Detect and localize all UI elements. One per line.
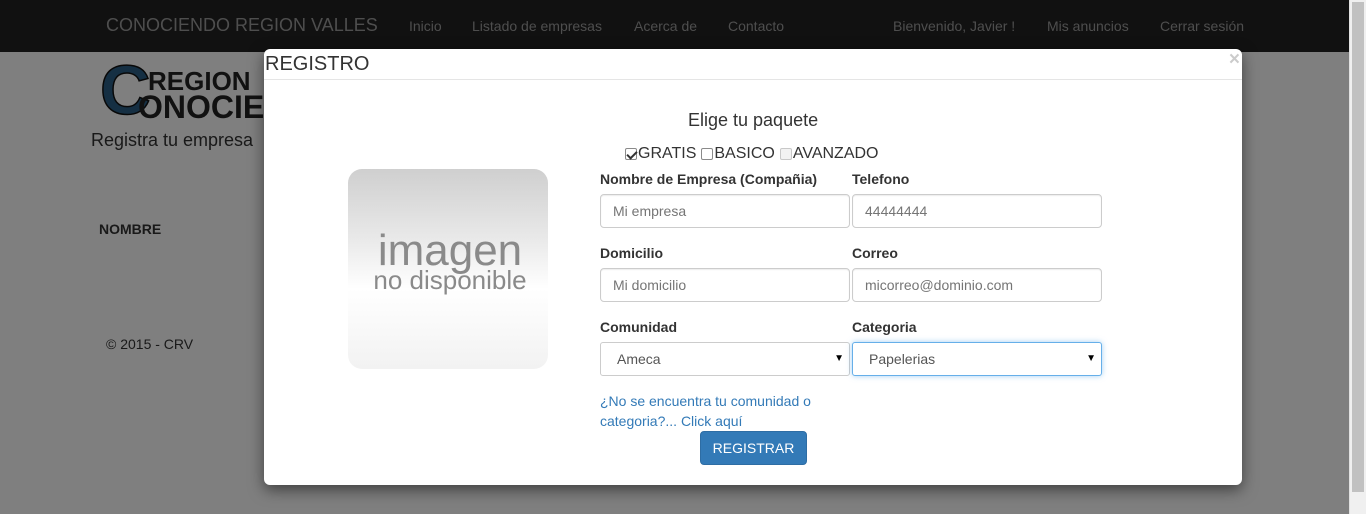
package-options: GRATIS BASICO AVANZADO	[625, 145, 878, 163]
domicilio-label: Domicilio	[600, 245, 664, 261]
correo-input[interactable]	[852, 268, 1102, 302]
telefono-input[interactable]	[852, 194, 1102, 228]
package-avanzado-label: AVANZADO	[792, 145, 879, 162]
package-basico-label: BASICO	[714, 145, 775, 162]
package-avanzado-checkbox	[779, 148, 792, 160]
modal-title: REGISTRO	[265, 53, 370, 75]
scrollbar-thumb[interactable]	[1352, 2, 1364, 492]
correo-label: Correo	[852, 245, 898, 261]
package-gratis-label: GRATIS	[638, 145, 697, 162]
empresa-input[interactable]	[600, 194, 850, 228]
missing-category-link[interactable]: ¿No se encuentra tu comunidad o categori…	[600, 391, 840, 431]
domicilio-input[interactable]	[600, 268, 850, 302]
comunidad-label: Comunidad	[600, 319, 677, 335]
placeholder-text-no-disponible: no disponible	[373, 265, 526, 295]
categoria-select[interactable]: Papelerias ▼	[852, 342, 1102, 376]
comunidad-select-value: Ameca	[617, 351, 661, 367]
register-button[interactable]: REGISTRAR	[700, 431, 807, 465]
chevron-down-icon: ▼	[1086, 353, 1096, 364]
comunidad-select[interactable]: Ameca ▼	[600, 342, 850, 376]
package-gratis-checkbox[interactable]	[625, 148, 637, 160]
empresa-label: Nombre de Empresa (Compañia)	[600, 171, 818, 187]
registro-modal: REGISTRO × imagen no disponible Elige tu…	[264, 49, 1242, 485]
modal-header: REGISTRO ×	[264, 49, 1242, 80]
telefono-label: Telefono	[852, 171, 910, 187]
page-scrollbar[interactable]	[1349, 0, 1366, 514]
package-title: Elige tu paquete	[688, 110, 819, 130]
package-basico-checkbox[interactable]	[701, 148, 714, 160]
close-icon[interactable]: ×	[1229, 50, 1240, 70]
categoria-label: Categoria	[852, 319, 917, 335]
company-image-placeholder: imagen no disponible	[348, 169, 548, 369]
chevron-down-icon: ▼	[834, 353, 844, 364]
categoria-select-value: Papelerias	[869, 351, 936, 367]
